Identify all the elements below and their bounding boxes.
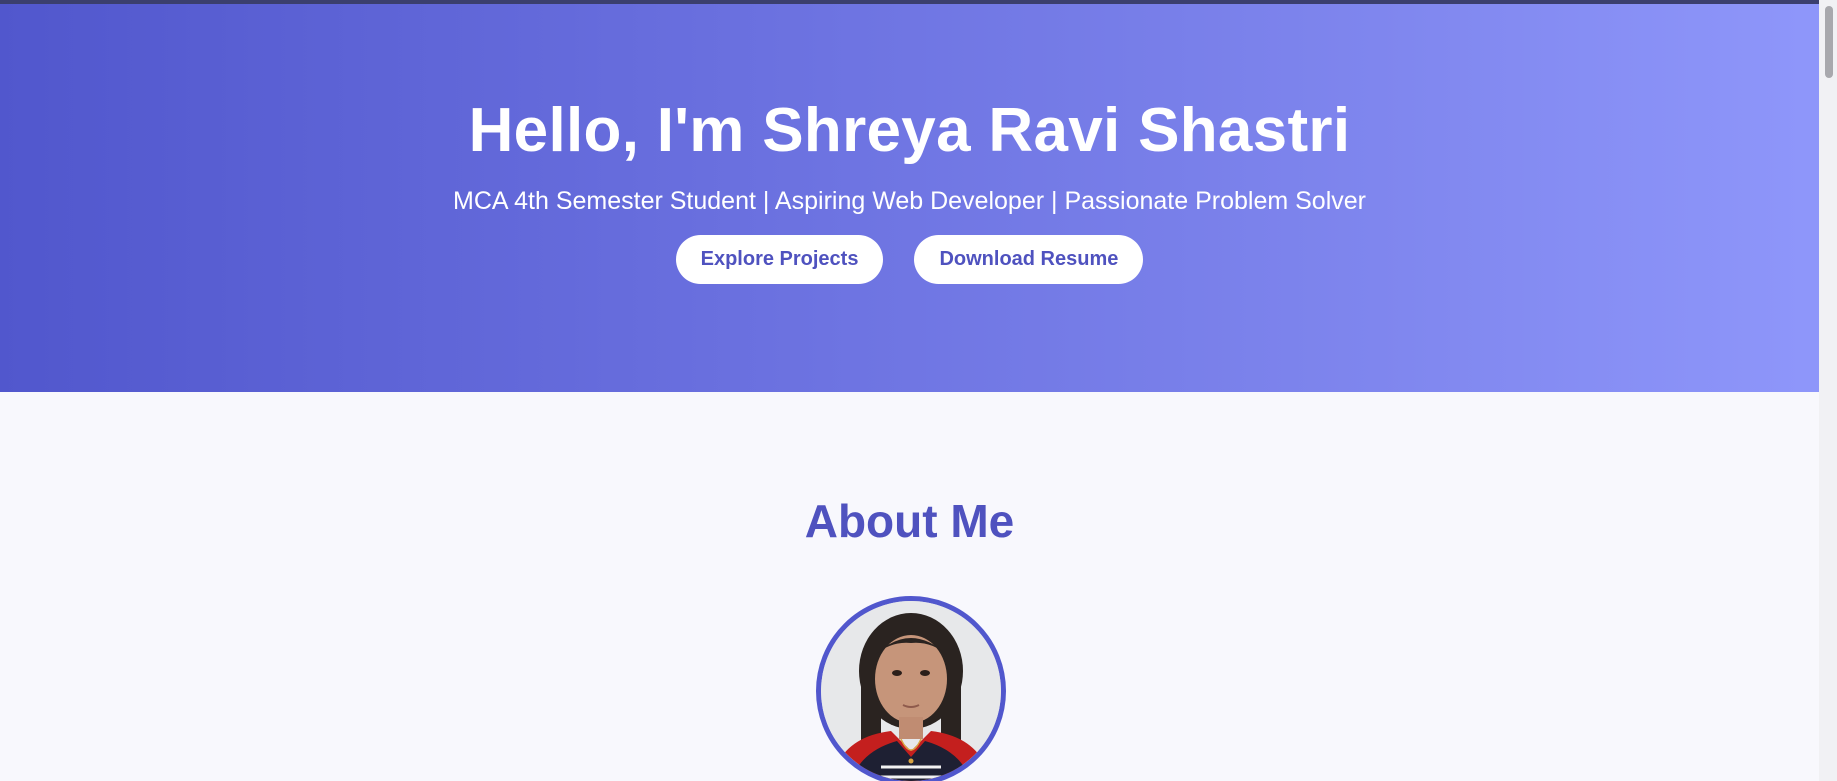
hero-section: Hello, I'm Shreya Ravi Shastri MCA 4th S…	[0, 4, 1837, 392]
profile-photo	[816, 596, 1006, 781]
hero-button-row: Explore Projects Download Resume	[0, 235, 1819, 284]
hero-subtitle: MCA 4th Semester Student | Aspiring Web …	[453, 187, 1366, 215]
explore-projects-button[interactable]: Explore Projects	[675, 235, 884, 284]
portfolio-page: Hello, I'm Shreya Ravi Shastri MCA 4th S…	[0, 0, 1837, 781]
scrollbar-thumb[interactable]	[1825, 6, 1833, 78]
about-section-title: About Me	[804, 495, 1015, 547]
profile-photo-icon	[821, 601, 1001, 781]
hero-title: Hello, I'm Shreya Ravi Shastri	[468, 96, 1351, 165]
download-resume-button[interactable]: Download Resume	[914, 235, 1144, 284]
page-scrollbar[interactable]	[1819, 0, 1837, 781]
